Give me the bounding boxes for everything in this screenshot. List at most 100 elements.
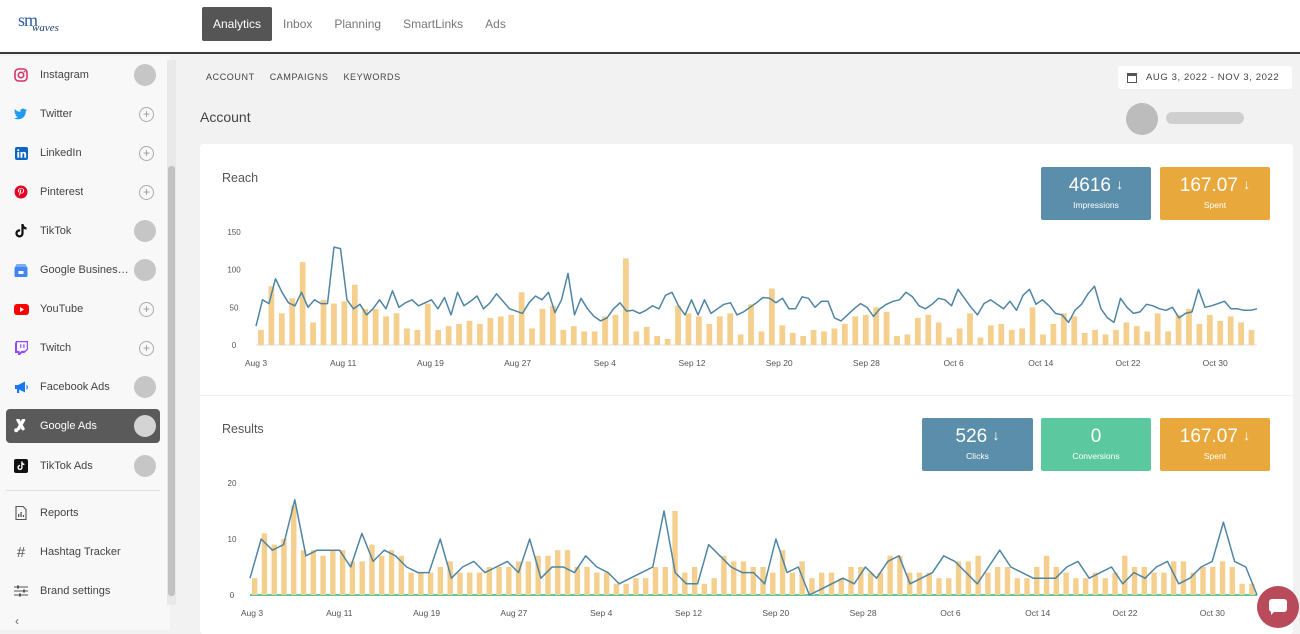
bar[interactable] <box>570 326 577 345</box>
sidebar-scrollbar[interactable] <box>167 60 176 605</box>
bar[interactable] <box>1151 572 1157 595</box>
bar[interactable] <box>946 578 952 595</box>
bar[interactable] <box>506 567 512 595</box>
bar[interactable] <box>591 331 598 345</box>
sidebar-item-tiktok-ads[interactable]: TikTok Ads <box>6 449 160 483</box>
tab-campaigns[interactable]: CAMPAIGNS <box>270 72 329 82</box>
bar[interactable] <box>1133 326 1140 345</box>
sidebar-item-google-business[interactable]: Google Business ... <box>6 253 160 287</box>
bar[interactable] <box>1102 334 1109 345</box>
bar[interactable] <box>675 305 681 345</box>
bar[interactable] <box>613 583 620 595</box>
bar[interactable] <box>727 313 734 345</box>
bar[interactable] <box>987 325 994 345</box>
bar[interactable] <box>404 328 410 345</box>
bar[interactable] <box>545 555 551 595</box>
bar[interactable] <box>740 561 747 595</box>
bar[interactable] <box>672 511 678 595</box>
bar[interactable] <box>1229 567 1236 595</box>
bar[interactable] <box>633 578 639 595</box>
bar[interactable] <box>967 313 973 345</box>
bar[interactable] <box>1043 555 1050 595</box>
tab-account[interactable]: ACCOUNT <box>206 72 255 82</box>
bar[interactable] <box>1180 561 1187 595</box>
bar[interactable] <box>1071 316 1078 345</box>
bar[interactable] <box>662 567 668 595</box>
sidebar-item-reports[interactable]: Reports <box>6 496 160 530</box>
bar[interactable] <box>372 308 379 345</box>
bar[interactable] <box>310 550 316 595</box>
bar[interactable] <box>936 578 942 595</box>
bar[interactable] <box>1053 567 1060 595</box>
sidebar-item-brand-settings[interactable]: Brand settings <box>6 574 160 608</box>
bar[interactable] <box>299 262 306 345</box>
bar[interactable] <box>1154 313 1161 345</box>
chat-button[interactable] <box>1257 586 1299 628</box>
bar[interactable] <box>701 583 708 595</box>
bar[interactable] <box>1029 307 1036 345</box>
sidebar-item-pinterest[interactable]: Pinterest + <box>6 175 160 209</box>
bar[interactable] <box>555 550 561 595</box>
bar[interactable] <box>281 539 287 595</box>
bar[interactable] <box>1196 323 1203 345</box>
bar[interactable] <box>643 578 649 595</box>
bar[interactable] <box>643 326 650 345</box>
sidebar-item-tiktok[interactable]: TikTok <box>6 214 160 248</box>
bar[interactable] <box>497 316 504 345</box>
bar[interactable] <box>946 337 953 345</box>
bar[interactable] <box>789 332 796 345</box>
bar[interactable] <box>758 331 765 345</box>
bar[interactable] <box>789 572 796 595</box>
bar[interactable] <box>1092 329 1098 345</box>
bar[interactable] <box>594 572 600 595</box>
bar[interactable] <box>393 313 400 345</box>
bar[interactable] <box>612 314 619 345</box>
bar[interactable] <box>1113 329 1119 345</box>
tab-keywords[interactable]: KEYWORDS <box>343 72 400 82</box>
bar[interactable] <box>258 329 264 345</box>
bar[interactable] <box>956 328 963 345</box>
bar[interactable] <box>445 326 452 345</box>
bar[interactable] <box>1206 314 1213 345</box>
bar[interactable] <box>623 583 629 595</box>
sidebar-item-facebook-ads[interactable]: Facebook Ads <box>6 370 160 404</box>
bar[interactable] <box>341 301 348 345</box>
bar[interactable] <box>330 550 336 595</box>
scrollbar-thumb[interactable] <box>168 166 175 596</box>
bar[interactable] <box>291 505 297 595</box>
nav-inbox[interactable]: Inbox <box>272 7 323 41</box>
bar[interactable] <box>1081 332 1088 345</box>
bar[interactable] <box>1239 583 1245 595</box>
bar[interactable] <box>1210 567 1216 595</box>
bar[interactable] <box>581 331 588 345</box>
bar[interactable] <box>496 567 502 595</box>
bar[interactable] <box>1141 567 1148 595</box>
bar[interactable] <box>427 572 434 595</box>
bar[interactable] <box>914 317 921 345</box>
bar[interactable] <box>1008 329 1015 345</box>
kpi-conversions[interactable]: 0 Conversions <box>1041 418 1151 471</box>
bar[interactable] <box>529 328 535 345</box>
bar[interactable] <box>883 311 890 345</box>
bar[interactable] <box>770 572 776 595</box>
bar[interactable] <box>383 316 389 345</box>
bar[interactable] <box>1131 567 1138 595</box>
bar[interactable] <box>664 338 671 345</box>
bar[interactable] <box>487 317 494 345</box>
bar[interactable] <box>351 284 358 345</box>
bar[interactable] <box>1200 567 1206 595</box>
bar[interactable] <box>1175 314 1182 345</box>
bar[interactable] <box>414 329 421 345</box>
bar[interactable] <box>1165 331 1171 345</box>
nav-ads[interactable]: Ads <box>474 7 517 41</box>
bar[interactable] <box>925 314 932 345</box>
bar[interactable] <box>424 303 431 345</box>
bar[interactable] <box>716 316 723 345</box>
sidebar-item-twitter[interactable]: Twitter + <box>6 97 160 131</box>
bar[interactable] <box>894 335 900 345</box>
bar[interactable] <box>331 303 337 345</box>
kpi-spent-results[interactable]: 167.07 ↓ Spent <box>1160 418 1270 471</box>
bar[interactable] <box>904 334 911 345</box>
chevron-left-icon[interactable]: ‹ <box>15 614 19 628</box>
add-account-icon[interactable]: + <box>139 106 154 122</box>
